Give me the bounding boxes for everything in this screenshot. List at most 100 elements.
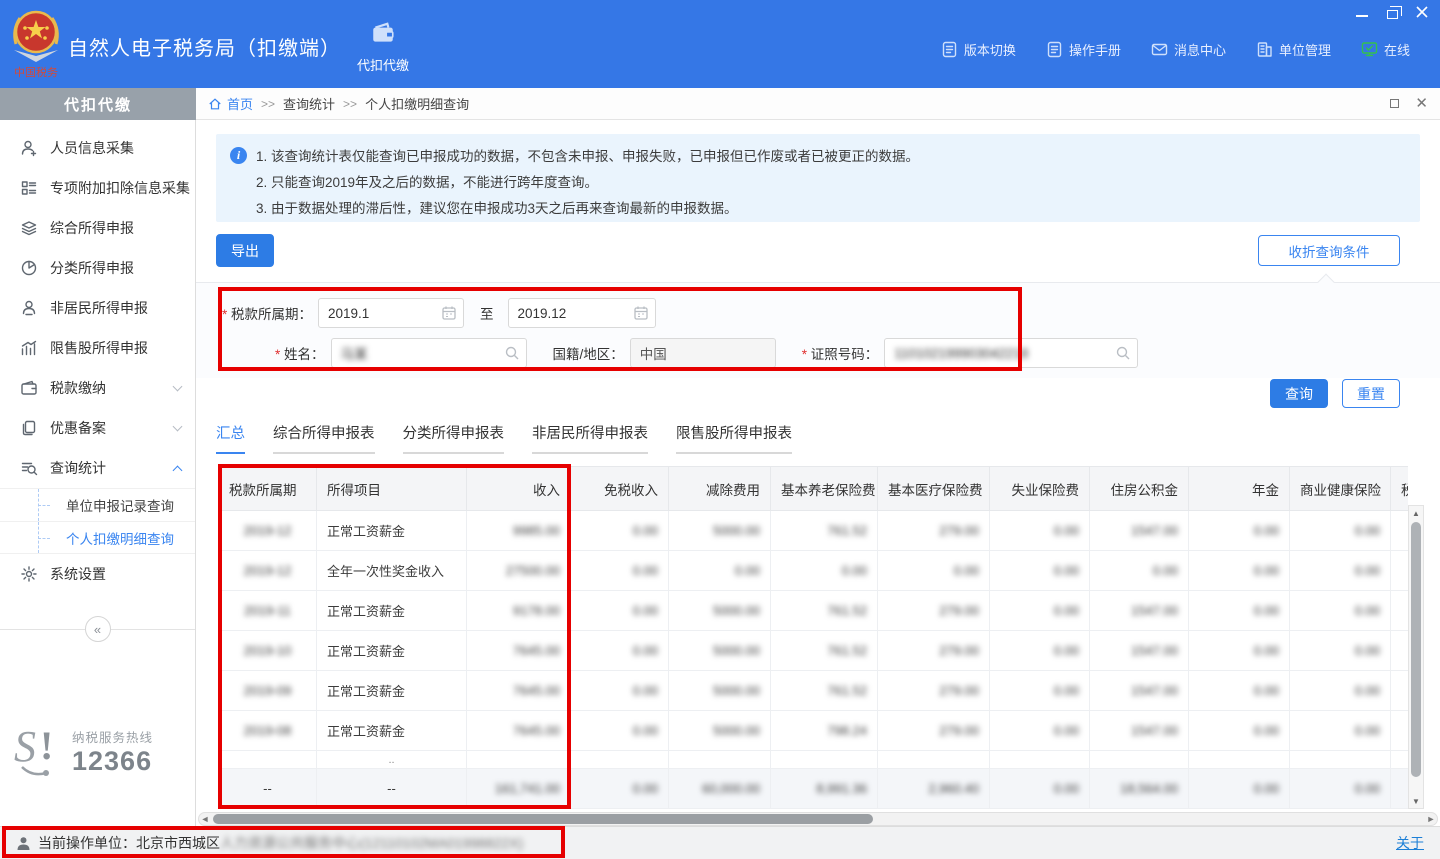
id-number-redacted: 110102199903042218 — [894, 346, 1028, 361]
period-from-input[interactable]: 2019.1 — [318, 298, 464, 328]
nationality-input: 中国 — [630, 338, 776, 368]
table-row[interactable]: 2019-12正常工资薪金9985.000.005000.00761.52279… — [219, 511, 1409, 551]
table-row[interactable]: 2019-09正常工资薪金7645.000.005000.00761.52279… — [219, 671, 1409, 711]
query-button[interactable]: 查询 — [1270, 379, 1328, 408]
vertical-scroll-thumb[interactable] — [1411, 522, 1421, 777]
chart-icon — [20, 339, 38, 357]
scroll-down-icon[interactable]: ▼ — [1409, 794, 1423, 808]
table-row[interactable]: 2019-12全年一次性奖金收入27500.000.000.000.000.00… — [219, 551, 1409, 591]
scroll-up-icon[interactable]: ▲ — [1409, 506, 1423, 520]
minimize-button[interactable] — [1354, 4, 1370, 20]
search-icon[interactable] — [504, 345, 520, 361]
export-button[interactable]: 导出 — [216, 234, 274, 267]
col-header-9: 年金 — [1189, 467, 1290, 511]
header-menu: 版本切换 操作手册 消息中心 单位管理 在线 — [941, 40, 1410, 59]
close-button[interactable] — [1414, 4, 1430, 20]
hotline-number: 12366 — [72, 746, 153, 777]
sidebar-item-7[interactable]: 优惠备案 — [0, 408, 195, 448]
sidebar-subitem-8-1[interactable]: 个人扣缴明细查询 — [0, 521, 195, 554]
search-list-icon — [20, 459, 38, 477]
horizontal-scrollbar[interactable]: ◄ ► — [198, 812, 1438, 826]
result-tabs: 汇总综合所得申报表分类所得申报表非居民所得申报表限售股所得申报表 — [216, 422, 792, 454]
table-row[interactable]: 2019-08正常工资薪金7645.000.005000.00798.24279… — [219, 711, 1409, 751]
tab-4[interactable]: 限售股所得申报表 — [676, 422, 792, 454]
header-tab-withholding[interactable]: 代扣代缴 — [348, 14, 418, 80]
sidebar: 人员信息采集专项附加扣除信息采集综合所得申报分类所得申报非居民所得申报限售股所得… — [0, 120, 196, 826]
notice-line-3: 3. 由于数据处理的滞后性，建议您在申报成功3天之后再来查询最新的申报数据。 — [256, 196, 1406, 222]
operation-manual-icon — [1046, 41, 1063, 58]
wallet-icon — [20, 379, 38, 397]
table-row[interactable]: 2019-11正常工资薪金9178.000.005000.00761.52279… — [219, 591, 1409, 631]
sidebar-collapse-button[interactable]: « — [85, 616, 111, 642]
svg-text:!: ! — [40, 723, 53, 768]
app-header: 中国税务 自然人电子税务局（扣缴端） 代扣代缴 版本切换操作手册消息中心单位管理… — [0, 0, 1440, 88]
tab-restore-icon[interactable] — [1390, 99, 1399, 108]
window-controls — [1354, 4, 1430, 20]
restore-button[interactable] — [1384, 4, 1400, 20]
horizontal-scroll-thumb[interactable] — [213, 814, 873, 824]
about-link[interactable]: 关于 — [1396, 833, 1424, 853]
form-actions: 查询 重置 — [1270, 379, 1400, 408]
col-header-8: 住房公积金 — [1090, 467, 1189, 511]
sidebar-item-1[interactable]: 专项附加扣除信息采集 — [0, 168, 195, 208]
col-header-7: 失业保险费 — [990, 467, 1090, 511]
sidebar-item-8[interactable]: 查询统计 — [0, 448, 195, 488]
tab-1[interactable]: 综合所得申报表 — [273, 422, 375, 454]
reset-button[interactable]: 重置 — [1342, 379, 1400, 408]
tab-2[interactable]: 分类所得申报表 — [403, 422, 505, 454]
home-icon — [208, 97, 222, 111]
sidebar-item-6[interactable]: 税款缴纳 — [0, 368, 195, 408]
name-input[interactable]: 马某 — [331, 338, 527, 368]
wallet-icon — [370, 20, 396, 49]
gear-icon — [20, 565, 38, 583]
sidebar-item-5[interactable]: 限售股所得申报 — [0, 328, 195, 368]
table-row-partial: .. — [219, 751, 1409, 769]
calendar-icon[interactable] — [441, 305, 457, 321]
version-switch[interactable]: 版本切换 — [941, 40, 1016, 59]
col-header-1: 所得项目 — [317, 467, 467, 511]
operation-manual[interactable]: 操作手册 — [1046, 40, 1121, 59]
sidebar-item-2[interactable]: 综合所得申报 — [0, 208, 195, 248]
col-header-2: 收入 — [467, 467, 571, 511]
period-to-input[interactable]: 2019.12 — [508, 298, 656, 328]
name-label: 姓名： — [275, 343, 325, 363]
hotline-label: 纳税服务热线 — [72, 727, 153, 746]
user-icon — [20, 299, 38, 317]
hotline-logo-icon: S ! — [12, 721, 64, 782]
sidebar-menu: 人员信息采集专项附加扣除信息采集综合所得申报分类所得申报非居民所得申报限售股所得… — [0, 120, 195, 594]
id-number-input[interactable]: 110102199903042218 — [884, 338, 1138, 368]
calendar-icon[interactable] — [633, 305, 649, 321]
pie-icon — [20, 259, 38, 277]
status-bar: 当前操作单位：北京市西城区人力资源公共服务中心(12110102MA019988… — [0, 826, 1440, 859]
sidebar-item-9[interactable]: 系统设置 — [0, 554, 195, 594]
query-form-panel: 税款所属期： 2019.1 至 2019.12 姓名： — [196, 282, 1440, 378]
tab-0[interactable]: 汇总 — [216, 422, 245, 454]
search-icon[interactable] — [1115, 345, 1131, 361]
sidebar-item-0[interactable]: 人员信息采集 — [0, 128, 195, 168]
unit-management[interactable]: 单位管理 — [1256, 40, 1331, 59]
collapse-query-button[interactable]: 收折查询条件 — [1258, 235, 1400, 266]
scroll-right-icon[interactable]: ► — [1425, 814, 1437, 824]
current-unit-redacted: 人力资源公共服务中心(12110102MA01998822X) — [220, 833, 523, 853]
sidebar-item-4[interactable]: 非居民所得申报 — [0, 288, 195, 328]
col-header-10: 商业健康保险 — [1290, 467, 1391, 511]
col-header-3: 免税收入 — [571, 467, 669, 511]
table-row[interactable]: 2019-10正常工资薪金7645.000.005000.00761.52279… — [219, 631, 1409, 671]
notice-line-2: 2. 只能查询2019年及之后的数据，不能进行跨年度查询。 — [256, 170, 1406, 196]
panel-caret — [1318, 274, 1335, 291]
online-status[interactable]: 在线 — [1361, 40, 1410, 59]
sidebar-subitem-8-0[interactable]: 单位申报记录查询 — [0, 488, 195, 521]
tab-3[interactable]: 非居民所得申报表 — [532, 422, 648, 454]
sidebar-item-3[interactable]: 分类所得申报 — [0, 248, 195, 288]
tab-close-icon[interactable]: ✕ — [1415, 96, 1428, 111]
scroll-left-icon[interactable]: ◄ — [199, 814, 211, 824]
result-table: 税款所属期所得项目收入免税收入减除费用基本养老保险费基本医疗保险费失业保险费住房… — [218, 466, 1408, 809]
vertical-scrollbar[interactable]: ▲ ▼ — [1408, 505, 1424, 809]
info-icon: i — [230, 147, 247, 164]
message-center[interactable]: 消息中心 — [1151, 40, 1226, 59]
breadcrumb-home[interactable]: 首页 — [208, 94, 253, 113]
current-unit-prefix: 当前操作单位： — [38, 833, 136, 853]
chevron-up-icon — [173, 465, 183, 475]
name-value-redacted: 马某 — [341, 343, 368, 363]
current-unit-clear: 北京市西城区 — [136, 833, 220, 853]
